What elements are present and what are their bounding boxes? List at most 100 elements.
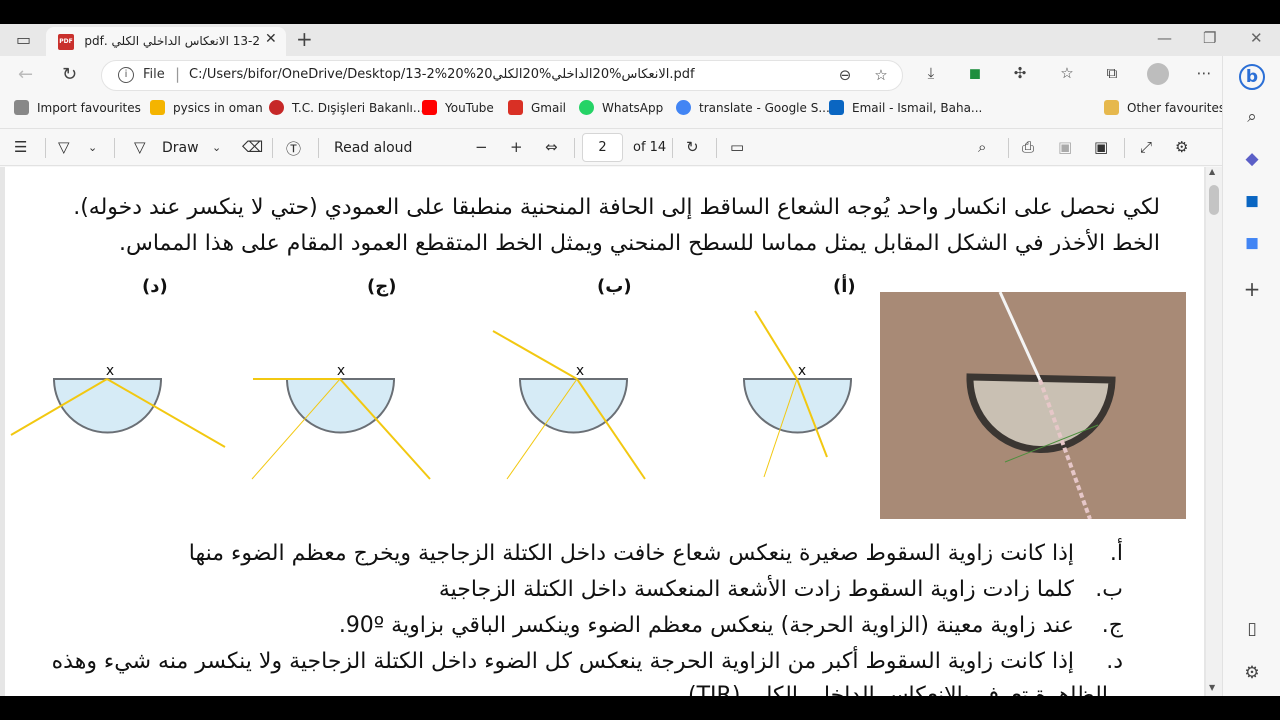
glass-semicircle xyxy=(52,378,163,434)
bookmark-label: WhatsApp xyxy=(602,101,664,115)
bookmark-item[interactable]: WhatsApp xyxy=(579,100,663,115)
search-icon[interactable]: ⌕ xyxy=(1241,106,1263,128)
folder-icon xyxy=(1104,100,1119,115)
shopping-icon[interactable]: ◆ xyxy=(1241,148,1263,170)
new-tab-button[interactable]: + xyxy=(296,27,313,51)
bookmark-label: Other favourites xyxy=(1127,101,1226,115)
divider xyxy=(716,138,717,158)
info-icon[interactable]: i xyxy=(118,67,134,83)
add-icon[interactable]: + xyxy=(1241,278,1263,300)
zoom-in-icon[interactable]: + xyxy=(510,138,523,156)
pdf-page: لكي نحصل على انكسار واحد يُوجه الشعاع ال… xyxy=(5,167,1204,696)
diagram-d: x xyxy=(10,363,226,448)
extensions-icon[interactable]: ✣ xyxy=(1010,63,1030,83)
glass-semicircle xyxy=(285,378,396,434)
more-menu-icon[interactable]: ⋯ xyxy=(1194,63,1214,83)
point-mark: x xyxy=(106,363,114,379)
fullscreen-icon[interactable]: ⤢ xyxy=(1140,138,1152,156)
bookmark-item[interactable]: Import favourites xyxy=(14,100,141,115)
copilot-icon[interactable]: b xyxy=(1239,64,1265,90)
extension-icon[interactable]: ◼ xyxy=(965,63,985,83)
outlook-icon[interactable]: ◼ xyxy=(1241,190,1263,212)
avatar[interactable] xyxy=(1147,63,1169,85)
bookmark-item[interactable]: T.C. Dışişleri Bakanlı... xyxy=(269,100,424,115)
settings-icon[interactable]: ⚙ xyxy=(1175,138,1188,156)
back-icon[interactable]: ← xyxy=(18,64,33,85)
pdf-icon: PDF xyxy=(58,34,74,50)
close-window-button[interactable]: ✕ xyxy=(1250,29,1263,47)
list-item-text: عند زاوية معينة (الزاوية الحرجة) ينعكس م… xyxy=(338,613,1074,638)
refresh-icon[interactable]: ↻ xyxy=(62,64,77,85)
bookmark-item[interactable]: YouTube xyxy=(422,100,494,115)
list-marker: ب. xyxy=(1095,577,1123,602)
fit-page-icon[interactable]: ⇔ xyxy=(545,138,558,156)
sidebar-toggle-icon[interactable]: ▯ xyxy=(1241,618,1263,640)
search-icon[interactable]: ⌕ xyxy=(978,138,986,156)
divider xyxy=(1008,138,1009,158)
site-icon xyxy=(269,100,284,115)
scroll-down-icon[interactable]: ▼ xyxy=(1209,683,1215,692)
edge-sidebar: b ⌕ ◆ ◼ ◼ + ▯ ⚙ xyxy=(1222,56,1280,696)
list-item-text: إذا كانت زاوية السقوط أكبر من الزاوية ال… xyxy=(51,649,1074,674)
save-icon[interactable]: ▣ xyxy=(1058,138,1072,156)
outlook-icon xyxy=(829,100,844,115)
highlight-icon[interactable]: ▽ xyxy=(58,138,70,156)
chevron-down-icon[interactable]: ⌄ xyxy=(212,141,221,154)
address-bar[interactable]: i File | C:/Users/bifor/OneDrive/Desktop… xyxy=(101,60,903,91)
collections-icon[interactable]: ⧉ xyxy=(1102,63,1122,83)
vertical-scrollbar[interactable]: ▲ ▼ xyxy=(1206,167,1222,696)
import-icon xyxy=(14,100,29,115)
download-icon[interactable]: ⤓ xyxy=(921,63,941,83)
point-mark: x xyxy=(798,363,806,379)
bookmark-label: YouTube xyxy=(445,101,494,115)
list-item-text: إذا كانت زاوية السقوط صغيرة ينعكس شعاع خ… xyxy=(188,541,1074,566)
text-icon[interactable]: Ⓣ xyxy=(286,138,301,159)
restore-button[interactable]: ❐ xyxy=(1203,29,1216,47)
settings-icon[interactable]: ⚙ xyxy=(1241,662,1263,684)
save-as-icon[interactable]: ▣ xyxy=(1094,138,1108,156)
diagram-a: x xyxy=(742,310,853,478)
tab-actions-icon[interactable]: ▭ xyxy=(16,30,31,49)
list-marker: أ. xyxy=(1109,541,1123,566)
contents-icon[interactable]: ☰ xyxy=(14,138,27,156)
address-separator: | xyxy=(175,65,181,83)
translate-icon[interactable]: ◼ xyxy=(1241,232,1263,254)
minimize-button[interactable]: — xyxy=(1157,29,1172,47)
diagram-b: x xyxy=(492,330,646,480)
chevron-down-icon[interactable]: ⌄ xyxy=(88,141,97,154)
other-favourites[interactable]: Other favourites xyxy=(1104,100,1225,115)
point-mark: x xyxy=(576,363,584,379)
zoom-out-icon[interactable]: − xyxy=(475,138,488,156)
zoom-icon[interactable]: ⊖ xyxy=(835,65,855,85)
bookmark-label: Email - Ismail, Baha... xyxy=(852,101,983,115)
page-view-icon[interactable]: ▭ xyxy=(730,138,744,156)
bookmark-item[interactable]: Email - Ismail, Baha... xyxy=(829,100,982,115)
divider xyxy=(1124,138,1125,158)
read-aloud-button[interactable]: Read aloud xyxy=(334,140,412,156)
bookmark-label: T.C. Dışişleri Bakanlı... xyxy=(292,101,425,115)
google-icon xyxy=(676,100,691,115)
eraser-icon[interactable]: ⌫ xyxy=(242,138,263,156)
draw-icon[interactable]: ▽ xyxy=(134,138,146,156)
address-scheme: File xyxy=(143,67,165,82)
bookmark-item[interactable]: pysics in oman xyxy=(150,100,263,115)
print-icon[interactable]: ⎙ xyxy=(1022,138,1034,156)
bookmark-label: translate - Google S... xyxy=(699,101,830,115)
address-url[interactable]: C:/Users/bifor/OneDrive/Desktop/13-2%20%… xyxy=(189,67,695,82)
bookmark-item[interactable]: Gmail xyxy=(508,100,566,115)
draw-button[interactable]: Draw xyxy=(162,140,199,156)
tab-pdf[interactable]: PDF 13-2 الانعكاس الداخلي الكلي .pdf ✕ xyxy=(46,27,286,56)
tab-close-button[interactable]: ✕ xyxy=(265,31,277,47)
favourites-icon[interactable]: ☆ xyxy=(1057,63,1077,83)
divider xyxy=(45,138,46,158)
bookmark-item[interactable]: translate - Google S... xyxy=(676,100,830,115)
add-favourite-icon[interactable]: ☆ xyxy=(871,65,891,85)
list-item-text: كلما زادت زاوية السقوط زادت الأشعة المنع… xyxy=(438,577,1074,602)
rotate-icon[interactable]: ↻ xyxy=(686,138,699,156)
scroll-thumb[interactable] xyxy=(1209,185,1219,215)
scroll-up-icon[interactable]: ▲ xyxy=(1209,167,1215,176)
page-number-input[interactable]: 2 xyxy=(582,133,623,162)
paragraph-line-1: لكي نحصل على انكسار واحد يُوجه الشعاع ال… xyxy=(73,195,1160,220)
divider xyxy=(672,138,673,158)
diagram-label-b: (ب) xyxy=(597,276,632,297)
